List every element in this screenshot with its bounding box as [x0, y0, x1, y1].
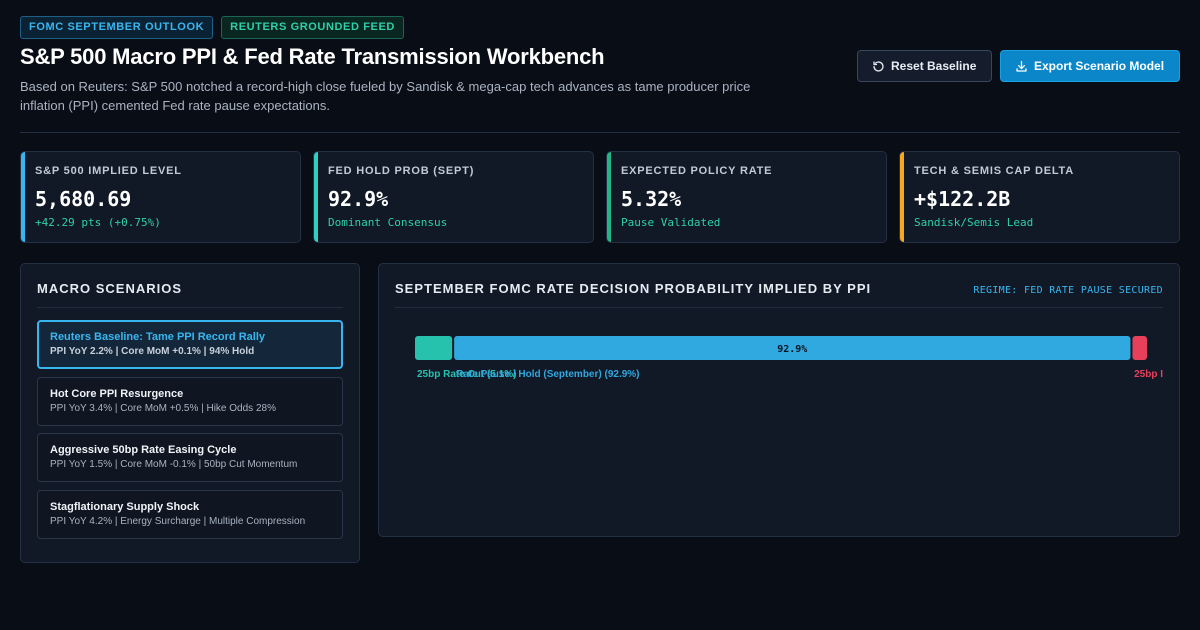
scenario-desc: PPI YoY 3.4% | Core MoM +0.5% | Hike Odd…: [50, 403, 276, 414]
panel-title: MACRO SCENARIOS: [37, 281, 183, 296]
kpi-fed-hold-prob: FED HOLD PROB (SEPT) 92.9% Dominant Cons…: [313, 151, 594, 243]
probability-segment: [1132, 336, 1147, 360]
kpi-delta: Pause Validated: [621, 216, 721, 229]
kpi-tech-semis-delta: TECH & SEMIS CAP DELTA +$122.2B Sandisk/…: [899, 151, 1180, 243]
scenario-stagflation-shock[interactable]: Stagflationary Supply Shock PPI YoY 4.2%…: [37, 490, 343, 539]
kpi-label: S&P 500 IMPLIED LEVEL: [35, 165, 182, 177]
export-scenario-button[interactable]: Export Scenario Model: [1000, 50, 1180, 82]
fomc-probability-panel: SEPTEMBER FOMC RATE DECISION PROBABILITY…: [378, 263, 1180, 537]
kpi-label: EXPECTED POLICY RATE: [621, 165, 773, 177]
kpi-value: +$122.2B: [914, 187, 1011, 211]
download-icon: [1016, 60, 1027, 72]
scenario-name: Hot Core PPI Resurgence: [50, 388, 184, 400]
kpi-sp500-level: S&P 500 IMPLIED LEVEL 5,680.69 +42.29 pt…: [20, 151, 301, 243]
segment-label: 25bp I: [1134, 369, 1163, 380]
scenario-name: Stagflationary Supply Shock: [50, 501, 200, 513]
header-divider: [20, 132, 1180, 133]
kpi-value: 5,680.69: [35, 187, 132, 211]
kpi-label: FED HOLD PROB (SEPT): [328, 165, 475, 177]
kpi-delta: Sandisk/Semis Lead: [914, 216, 1034, 229]
scenario-hot-core-ppi[interactable]: Hot Core PPI Resurgence PPI YoY 3.4% | C…: [37, 377, 343, 426]
macro-scenarios-panel: MACRO SCENARIOS Reuters Baseline: Tame P…: [20, 263, 360, 563]
refresh-icon: [873, 60, 884, 72]
header-tags: FOMC SEPTEMBER OUTLOOK REUTERS GROUNDED …: [20, 16, 404, 39]
export-scenario-label: Export Scenario Model: [1034, 59, 1165, 73]
scenario-reuters-baseline[interactable]: Reuters Baseline: Tame PPI Record Rally …: [37, 320, 343, 369]
kpi-value: 92.9%: [328, 187, 389, 211]
kpi-label: TECH & SEMIS CAP DELTA: [914, 165, 1074, 177]
panel-divider: [37, 307, 343, 308]
page-title: S&P 500 Macro PPI & Fed Rate Transmissio…: [20, 44, 605, 69]
page-subtitle: Based on Reuters: S&P 500 notched a reco…: [20, 79, 751, 113]
kpi-accent-bar: [607, 152, 611, 242]
kpi-delta: Dominant Consensus: [328, 216, 448, 229]
segment-value-label: 92.9%: [777, 344, 807, 355]
reset-baseline-button[interactable]: Reset Baseline: [857, 50, 992, 82]
scenario-name: Aggressive 50bp Rate Easing Cycle: [50, 444, 237, 456]
reset-baseline-label: Reset Baseline: [891, 59, 977, 73]
kpi-delta: +42.29 pts (+0.75%): [35, 216, 161, 229]
scenario-aggressive-easing[interactable]: Aggressive 50bp Rate Easing Cycle PPI Yo…: [37, 433, 343, 482]
probability-bar-chart: 25bp Rate Cut (5.1%)92.9%Rate Pause / Ho…: [415, 336, 1163, 380]
kpi-accent-bar: [21, 152, 25, 242]
segment-label: Rate Pause / Hold (September) (92.9%): [456, 369, 639, 380]
scenario-desc: PPI YoY 2.2% | Core MoM +0.1% | 94% Hold: [50, 346, 255, 357]
tag-reuters-feed: REUTERS GROUNDED FEED: [221, 16, 404, 39]
kpi-accent-bar: [900, 152, 904, 242]
kpi-policy-rate: EXPECTED POLICY RATE 5.32% Pause Validat…: [606, 151, 887, 243]
scenario-name: Reuters Baseline: Tame PPI Record Rally: [50, 331, 265, 343]
scenario-desc: PPI YoY 4.2% | Energy Surcharge | Multip…: [50, 516, 306, 527]
tag-fomc-outlook: FOMC SEPTEMBER OUTLOOK: [20, 16, 214, 39]
kpi-accent-bar: [314, 152, 318, 242]
scenario-desc: PPI YoY 1.5% | Core MoM -0.1% | 50bp Cut…: [50, 459, 298, 470]
probability-segment: [415, 336, 453, 360]
kpi-value: 5.32%: [621, 187, 682, 211]
